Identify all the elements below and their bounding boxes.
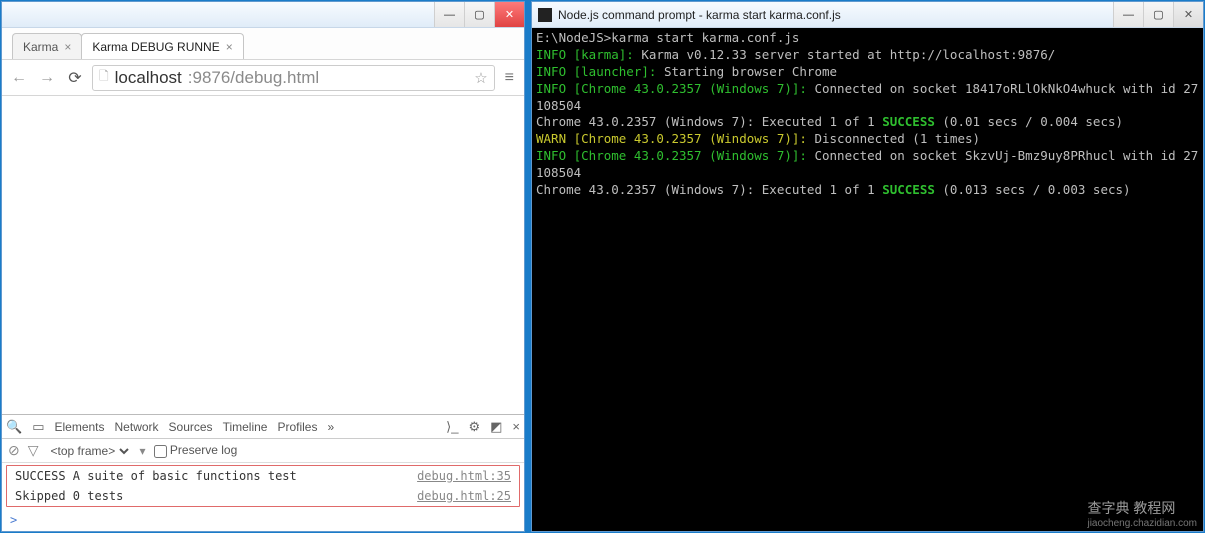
cmd-title: Node.js command prompt - karma start kar… [558, 8, 841, 22]
drawer-toggle-icon[interactable]: ⟩_ [446, 419, 458, 435]
preserve-log-toggle[interactable]: Preserve log [154, 443, 238, 457]
console-line: Skipped 0 tests debug.html:25 [7, 486, 519, 506]
devtools-tab-elements[interactable]: Elements [54, 420, 104, 434]
page-viewport [2, 96, 524, 414]
console-source-link[interactable]: debug.html:25 [417, 489, 511, 503]
devtools-panel: 🔍 ▭ Elements Network Sources Timeline Pr… [2, 414, 524, 531]
chrome-minimize-button[interactable]: — [434, 2, 464, 27]
devtools-tab-network[interactable]: Network [115, 420, 159, 434]
cmd-window: Node.js command prompt - karma start kar… [531, 1, 1204, 532]
filter-icon[interactable]: ▽ [28, 442, 39, 459]
terminal-output[interactable]: E:\NodeJS>karma start karma.conf.jsINFO … [532, 28, 1203, 531]
address-bar[interactable]: 🗋 localhost :9876/debug.html ☆ [92, 65, 495, 91]
devtools-close-icon[interactable]: × [512, 419, 520, 434]
cmd-titlebar[interactable]: Node.js command prompt - karma start kar… [532, 2, 1203, 28]
bookmark-star-icon[interactable]: ☆ [474, 69, 487, 87]
devtools-tab-sources[interactable]: Sources [169, 420, 213, 434]
search-icon[interactable]: 🔍 [6, 419, 22, 435]
tab-karma-debug[interactable]: Karma DEBUG RUNNE × [81, 33, 243, 59]
devtools-tab-timeline[interactable]: Timeline [223, 420, 268, 434]
chrome-menu-icon[interactable]: ≡ [501, 69, 518, 87]
console-input[interactable] [21, 513, 516, 527]
cmd-minimize-button[interactable]: — [1113, 2, 1143, 27]
console-output: SUCCESS A suite of basic functions test … [2, 463, 524, 531]
console-filter-bar: ⊘ ▽ <top frame> ▾ Preserve log [2, 439, 524, 463]
chrome-tabbar: Karma × Karma DEBUG RUNNE × [2, 28, 524, 60]
devtools-tab-more[interactable]: » [327, 420, 334, 434]
tab-label: Karma DEBUG RUNNE [92, 40, 219, 54]
chevron-down-icon[interactable]: ▾ [140, 444, 146, 458]
tab-close-icon[interactable]: × [226, 40, 233, 54]
url-host: localhost [115, 68, 182, 88]
cmd-close-button[interactable]: ✕ [1173, 2, 1203, 27]
dock-icon[interactable]: ◩ [490, 419, 502, 435]
forward-icon: → [36, 67, 58, 89]
tab-karma[interactable]: Karma × [12, 33, 82, 59]
back-icon[interactable]: ← [8, 67, 30, 89]
device-icon[interactable]: ▭ [32, 419, 44, 435]
chrome-maximize-button[interactable]: ▢ [464, 2, 494, 27]
settings-gear-icon[interactable]: ⚙ [468, 419, 480, 435]
cmd-sysmenu-icon[interactable] [538, 8, 552, 22]
console-source-link[interactable]: debug.html:35 [417, 469, 511, 483]
reload-icon[interactable]: ⟳ [64, 67, 86, 89]
console-prompt[interactable]: > [2, 509, 524, 531]
clear-console-icon[interactable]: ⊘ [8, 442, 20, 459]
tab-close-icon[interactable]: × [64, 40, 71, 54]
chrome-toolbar: ← → ⟳ 🗋 localhost :9876/debug.html ☆ ≡ [2, 60, 524, 96]
chrome-titlebar[interactable]: — ▢ ✕ [2, 2, 524, 28]
cmd-maximize-button[interactable]: ▢ [1143, 2, 1173, 27]
url-path: :9876/debug.html [188, 68, 319, 88]
tab-label: Karma [23, 40, 58, 54]
chrome-window: — ▢ ✕ Karma × Karma DEBUG RUNNE × ← → ⟳ … [1, 1, 525, 532]
devtools-tabbar: 🔍 ▭ Elements Network Sources Timeline Pr… [2, 415, 524, 439]
devtools-tab-profiles[interactable]: Profiles [277, 420, 317, 434]
page-icon: 🗋 [99, 67, 109, 88]
chrome-close-button[interactable]: ✕ [494, 2, 524, 27]
console-line: SUCCESS A suite of basic functions test … [7, 466, 519, 486]
frame-selector[interactable]: <top frame> [47, 443, 132, 459]
